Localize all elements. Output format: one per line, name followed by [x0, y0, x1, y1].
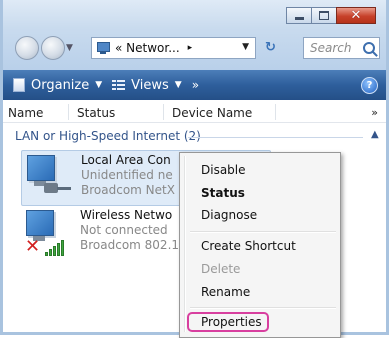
maximize-icon: [319, 11, 329, 20]
address-dropdown-icon[interactable]: ▼: [242, 42, 249, 52]
search-box[interactable]: Search: [303, 37, 380, 59]
maximize-button[interactable]: [311, 7, 337, 24]
organize-label: Organize: [31, 77, 90, 93]
menu-item-create-shortcut[interactable]: Create Shortcut: [201, 239, 296, 253]
menu-item-rename[interactable]: Rename: [201, 285, 250, 299]
views-button[interactable]: Views ▼: [112, 78, 182, 93]
disconnected-x-icon: ✕: [25, 236, 41, 257]
connection-device: Broadcom NetX: [81, 183, 175, 197]
context-menu: Disable Status Diagnose Create Shortcut …: [179, 152, 341, 338]
organize-dropdown-icon: ▼: [95, 80, 103, 90]
search-placeholder: Search: [310, 41, 352, 55]
column-divider[interactable]: [163, 104, 164, 120]
wireless-network-icon: ✕: [23, 208, 73, 258]
wired-network-icon: [24, 153, 74, 203]
minimize-button[interactable]: [286, 7, 312, 24]
connection-name: Local Area Con: [81, 153, 171, 167]
group-divider: [188, 137, 363, 138]
views-label: Views: [131, 77, 169, 93]
title-bar: ✕ ▼ « Networ... ▸ ▼ ↻ Search: [3, 0, 386, 70]
column-divider[interactable]: [275, 104, 276, 120]
menu-separator: [190, 231, 336, 233]
address-bar[interactable]: « Networ... ▸ ▼: [91, 37, 256, 59]
column-headers: Name Status Device Name »: [3, 102, 386, 123]
recent-pages-dropdown-icon[interactable]: ▼: [66, 43, 73, 53]
search-icon[interactable]: [363, 42, 375, 54]
refresh-icon[interactable]: ↻: [265, 40, 276, 55]
connection-device: Broadcom 802.1: [80, 238, 180, 252]
back-button[interactable]: [15, 36, 39, 60]
help-icon[interactable]: ?: [361, 77, 378, 94]
column-header-device-name[interactable]: Device Name: [172, 106, 252, 120]
forward-button[interactable]: [41, 36, 65, 60]
navigation-row: ▼ « Networ... ▸ ▼ ↻ Search: [11, 36, 381, 64]
menu-item-delete: Delete: [201, 262, 241, 276]
column-divider[interactable]: [68, 104, 69, 120]
menu-item-diagnose[interactable]: Diagnose: [201, 208, 257, 222]
organize-button[interactable]: Organize ▼: [13, 78, 102, 93]
network-folder-icon: [96, 41, 110, 55]
close-icon: ✕: [350, 8, 362, 23]
views-icon: [112, 79, 126, 91]
menu-separator: [190, 307, 336, 309]
column-header-status[interactable]: Status: [77, 106, 115, 120]
caption-buttons: ✕: [286, 7, 376, 24]
connection-status: Not connected: [80, 223, 168, 237]
more-columns-icon[interactable]: »: [371, 106, 378, 119]
menu-item-disable[interactable]: Disable: [201, 163, 246, 177]
menu-item-status[interactable]: Status: [201, 186, 245, 200]
connection-status: Unidentified ne: [81, 168, 173, 182]
explorer-window: ✕ ▼ « Networ... ▸ ▼ ↻ Search Organize ▼: [0, 0, 389, 338]
command-bar: Organize ▼ Views ▼ » ?: [3, 70, 386, 100]
organize-icon: [13, 78, 25, 92]
breadcrumb-chevron-icon[interactable]: ▸: [188, 43, 193, 53]
views-dropdown-icon: ▼: [174, 80, 182, 90]
address-text: « Networ...: [115, 41, 180, 55]
more-commands-button[interactable]: »: [192, 78, 199, 92]
menu-item-properties[interactable]: Properties: [201, 315, 262, 329]
connection-name: Wireless Netwo: [80, 208, 173, 222]
signal-bars-icon: [45, 238, 69, 256]
group-header[interactable]: LAN or High-Speed Internet (2): [15, 129, 201, 143]
close-button[interactable]: ✕: [336, 7, 376, 24]
minimize-icon: [294, 16, 304, 20]
collapse-group-icon[interactable]: ▲: [371, 129, 379, 140]
column-header-name[interactable]: Name: [8, 106, 43, 120]
